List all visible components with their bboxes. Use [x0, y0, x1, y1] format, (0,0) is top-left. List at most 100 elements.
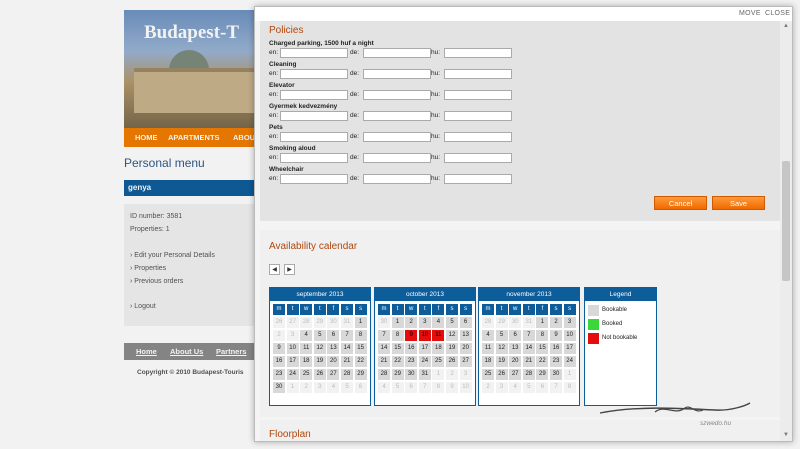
policy-input-en[interactable]: [280, 90, 348, 100]
calendar-day[interactable]: 22: [391, 356, 404, 367]
policy-input-de[interactable]: [363, 90, 431, 100]
calendar-day[interactable]: 29: [495, 317, 508, 328]
calendar-day[interactable]: 7: [522, 330, 535, 341]
policy-input-de[interactable]: [363, 174, 431, 184]
calendar-day[interactable]: 25: [300, 369, 313, 380]
calendar-day[interactable]: 17: [418, 343, 431, 354]
calendar-day[interactable]: 4: [327, 382, 340, 393]
calendar-day[interactable]: 22: [354, 356, 367, 367]
calendar-day[interactable]: 11: [432, 330, 445, 341]
calendar-day[interactable]: 14: [341, 343, 353, 354]
calendar-day[interactable]: 3: [563, 317, 576, 328]
calendar-day[interactable]: 5: [522, 382, 535, 393]
calendar-day[interactable]: 10: [418, 330, 431, 341]
calendar-day[interactable]: 29: [536, 369, 549, 380]
move-button[interactable]: MOVE: [739, 10, 761, 17]
calendar-day[interactable]: 10: [286, 343, 299, 354]
calendar-day[interactable]: 4: [300, 330, 313, 341]
calendar-day[interactable]: 30: [405, 369, 418, 380]
calendar-day[interactable]: 14: [522, 343, 535, 354]
calendar-day[interactable]: 13: [459, 330, 472, 341]
calendar-day[interactable]: 30: [327, 317, 340, 328]
calendar-day[interactable]: 21: [378, 356, 390, 367]
calendar-day[interactable]: 12: [495, 343, 508, 354]
calendar-day[interactable]: 30: [509, 317, 522, 328]
calendar-day[interactable]: 2: [273, 330, 285, 341]
calendar-day[interactable]: 1: [354, 317, 367, 328]
calendar-day[interactable]: 29: [313, 317, 326, 328]
calendar-day[interactable]: 8: [354, 330, 367, 341]
calendar-day[interactable]: 20: [327, 356, 340, 367]
calendar-day[interactable]: 18: [300, 356, 313, 367]
calendar-day[interactable]: 16: [405, 343, 418, 354]
calendar-day[interactable]: 28: [522, 369, 535, 380]
calendar-day[interactable]: 7: [341, 330, 353, 341]
calendar-day[interactable]: 9: [273, 343, 285, 354]
calendar-day[interactable]: 19: [313, 356, 326, 367]
policy-input-de[interactable]: [363, 48, 431, 58]
calendar-day[interactable]: 31: [341, 317, 353, 328]
calendar-day[interactable]: 26: [446, 356, 458, 367]
policy-input-hu[interactable]: [444, 48, 512, 58]
calendar-day[interactable]: 28: [482, 317, 494, 328]
scroll-thumb[interactable]: [782, 161, 790, 281]
calendar-day[interactable]: 25: [432, 356, 445, 367]
save-button[interactable]: Save: [712, 196, 765, 210]
calendar-day[interactable]: 6: [459, 317, 472, 328]
scroll-down-icon[interactable]: ▼: [782, 431, 790, 439]
calendar-day[interactable]: 31: [522, 317, 535, 328]
calendar-day[interactable]: 12: [313, 343, 326, 354]
calendar-day[interactable]: 16: [273, 356, 285, 367]
calendar-day[interactable]: 27: [509, 369, 522, 380]
calendar-day[interactable]: 14: [378, 343, 390, 354]
calendar-day[interactable]: 5: [313, 330, 326, 341]
calendar-day[interactable]: 4: [378, 382, 390, 393]
calendar-day[interactable]: 3: [286, 330, 299, 341]
calendar-day[interactable]: 28: [300, 317, 313, 328]
calendar-day[interactable]: 1: [536, 317, 549, 328]
calendar-day[interactable]: 10: [459, 382, 472, 393]
policy-input-de[interactable]: [363, 69, 431, 79]
calendar-day[interactable]: 1: [391, 317, 404, 328]
calendar-day[interactable]: 24: [286, 369, 299, 380]
calendar-day[interactable]: 16: [550, 343, 562, 354]
calendar-day[interactable]: 29: [354, 369, 367, 380]
policy-input-en[interactable]: [280, 48, 348, 58]
calendar-day[interactable]: 6: [509, 330, 522, 341]
calendar-day[interactable]: 27: [286, 317, 299, 328]
policy-input-en[interactable]: [280, 111, 348, 121]
calendar-day[interactable]: 11: [482, 343, 494, 354]
calendar-day[interactable]: 9: [550, 330, 562, 341]
policy-input-en[interactable]: [280, 69, 348, 79]
calendar-day[interactable]: 30: [378, 317, 390, 328]
policy-input-hu[interactable]: [444, 153, 512, 163]
calendar-day[interactable]: 26: [273, 317, 285, 328]
calendar-day[interactable]: 18: [482, 356, 494, 367]
calendar-day[interactable]: 30: [550, 369, 562, 380]
calendar-day[interactable]: 20: [509, 356, 522, 367]
calendar-day[interactable]: 26: [495, 369, 508, 380]
policy-input-en[interactable]: [280, 132, 348, 142]
calendar-day[interactable]: 2: [550, 317, 562, 328]
calendar-day[interactable]: 23: [273, 369, 285, 380]
calendar-day[interactable]: 17: [286, 356, 299, 367]
calendar-day[interactable]: 15: [391, 343, 404, 354]
scroll-up-icon[interactable]: ▲: [782, 22, 790, 30]
calendar-day[interactable]: 23: [405, 356, 418, 367]
prev-month-icon[interactable]: ◀: [269, 264, 280, 275]
policy-input-en[interactable]: [280, 174, 348, 184]
calendar-day[interactable]: 21: [522, 356, 535, 367]
policy-input-de[interactable]: [363, 132, 431, 142]
calendar-day[interactable]: 10: [563, 330, 576, 341]
calendar-day[interactable]: 2: [300, 382, 313, 393]
calendar-day[interactable]: 6: [327, 330, 340, 341]
calendar-day[interactable]: 15: [536, 343, 549, 354]
calendar-day[interactable]: 25: [482, 369, 494, 380]
calendar-day[interactable]: 9: [405, 330, 418, 341]
calendar-day[interactable]: 5: [495, 330, 508, 341]
calendar-day[interactable]: 5: [341, 382, 353, 393]
calendar-day[interactable]: 11: [300, 343, 313, 354]
policy-input-de[interactable]: [363, 153, 431, 163]
policy-input-en[interactable]: [280, 153, 348, 163]
calendar-day[interactable]: 6: [405, 382, 418, 393]
